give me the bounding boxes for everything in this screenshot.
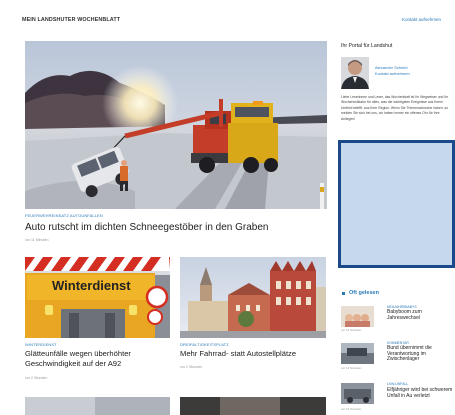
card-left-headline[interactable]: Glätteunfälle wegen überhöhter Geschwind…: [25, 349, 175, 369]
author-avatar: [341, 57, 369, 89]
main-article-image[interactable]: [25, 41, 327, 209]
card-right-category[interactable]: DREIFALTIGKEITSPLATZ: [180, 342, 229, 347]
author-name[interactable]: Alexander Schmid: [375, 65, 407, 70]
card-left-image[interactable]: Winterdienst: [25, 257, 170, 338]
card-right-headline[interactable]: Mehr Fahrrad- statt Autostellplätze: [180, 349, 296, 358]
main-article-category[interactable]: FEUERWEHREINSATZ AUTOUNFALLEN: [25, 213, 103, 218]
snowy-accident-scene: [25, 41, 327, 209]
sidebar-item-3-title[interactable]: Elfjähriger wird bei schwerem Unfall in …: [387, 387, 453, 399]
oft-gelesen-heading: Oft gelesen: [349, 290, 379, 296]
sidebar-item-1-time: vor 16 Stunden: [341, 328, 362, 332]
winterdienst-sign-text: Winterdienst: [52, 278, 131, 293]
winterdienst-truck-image: [25, 257, 170, 338]
bottom-card-image-right[interactable]: [180, 397, 326, 415]
card-left-category[interactable]: WINTERDIENST: [25, 342, 57, 347]
card-right-time: vor 2 Stunden: [180, 365, 203, 369]
main-article-headline[interactable]: Auto rutscht im dichten Schneegestöber i…: [25, 222, 268, 233]
sidebar-item-1-thumb[interactable]: [341, 306, 374, 327]
town-square-image: [180, 257, 326, 338]
sidebar-item-3-time: vor 19 Stunden: [341, 407, 362, 411]
sidebar-item-2-thumb[interactable]: [341, 343, 374, 364]
sidebar-title: Ihr Portal für Landshut: [341, 43, 393, 49]
sidebar-item-2-title[interactable]: Bund übernimmt die Verantwortung im Zwis…: [387, 345, 453, 363]
header-bar: MEIN LANDSHUTER WOCHENBLATT Kontakt aufn…: [0, 0, 455, 34]
card-left-time: vor 2 Stunden: [25, 376, 48, 380]
sidebar-item-2-time: vor 13 Stunden: [341, 366, 362, 370]
sidebar-item-1-title[interactable]: Babyboom zum Jahreswechsel: [387, 309, 453, 321]
sidebar-intro-text: Liebe Leserinnen und Leser, das Wochenbl…: [341, 95, 449, 121]
main-article-time: vor 11 Minuten: [25, 238, 49, 242]
advertisement-box[interactable]: [338, 140, 455, 268]
sidebar-item-3-category[interactable]: LKW-UNFALL: [387, 382, 408, 386]
sidebar-item-3-thumb[interactable]: [341, 383, 374, 404]
card-right-image[interactable]: [180, 257, 326, 338]
oft-gelesen-bullet: [342, 292, 345, 295]
site-title[interactable]: MEIN LANDSHUTER WOCHENBLATT: [22, 17, 120, 23]
contact-link[interactable]: Kontakt aufnehmen: [402, 17, 441, 22]
author-contact-link[interactable]: Kontakt aufnehmen: [375, 71, 410, 76]
bottom-card-image-left[interactable]: [25, 397, 170, 415]
